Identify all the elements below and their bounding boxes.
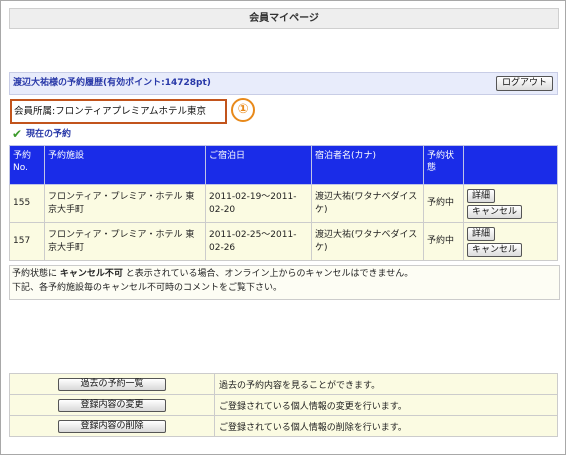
detail-button[interactable]: 詳細 <box>467 188 496 203</box>
col-header-facility: 予約施設 <box>44 145 206 185</box>
reservation-history-title: 渡辺大祐様の予約履歴(有効ポイント:14728pt) <box>13 78 211 88</box>
col-header-status: 予約状態 <box>423 145 464 185</box>
callout-marker: ① <box>231 98 255 122</box>
menu-description: ご登録されている個人情報の変更を行います。 <box>214 394 558 416</box>
detail-button[interactable]: 詳細 <box>467 226 496 241</box>
menu-description: ご登録されている個人情報の削除を行います。 <box>214 415 558 437</box>
menu-row-edit-registration: 登録内容の変更 ご登録されている個人情報の変更を行います。 <box>9 394 558 416</box>
reservation-facility: フロンティア・プレミア・ホテル 東京大手町 <box>44 222 206 261</box>
reservations-table: 予約No. 予約施設 ご宿泊日 宿泊者名(カナ) 予約状態 155 フロンティア… <box>9 145 558 261</box>
reservation-no: 157 <box>9 222 45 261</box>
col-header-stay-dates: ご宿泊日 <box>205 145 312 185</box>
note-emphasis: キャンセル不可 <box>59 269 123 279</box>
col-header-guest-name: 宿泊者名(カナ) <box>311 145 424 185</box>
edit-registration-button[interactable]: 登録内容の変更 <box>58 398 166 412</box>
table-row: 155 フロンティア・プレミア・ホテル 東京大手町 2011-02-19～201… <box>9 184 558 223</box>
reservation-actions: 詳細 キャンセル <box>463 222 558 261</box>
cancel-button[interactable]: キャンセル <box>467 204 523 219</box>
cancel-button[interactable]: キャンセル <box>467 242 523 257</box>
logout-button[interactable]: ログアウト <box>495 76 553 91</box>
reservation-status: 予約中 <box>423 184 464 223</box>
reservation-actions: 詳細 キャンセル <box>463 184 558 223</box>
current-reservations-heading: ✔ 現在の予約 <box>12 127 71 141</box>
member-affiliation: 会員所属:フロンティアプレミアムホテル東京 <box>10 99 227 124</box>
table-row: 157 フロンティア・プレミア・ホテル 東京大手町 2011-02-25～201… <box>9 222 558 261</box>
reservation-no: 155 <box>9 184 45 223</box>
delete-registration-button[interactable]: 登録内容の削除 <box>58 419 166 433</box>
cancellation-notes: 予約状態に キャンセル不可 と表示されている場合、オンライン上からのキャンセルは… <box>9 265 560 300</box>
col-header-reservation-no: 予約No. <box>9 145 45 185</box>
note-line-2: 下記、各予約施設毎のキャンセル不可時のコメントをご覧下さい。 <box>12 283 283 293</box>
reservation-guest: 渡辺大祐(ワタナベダイスケ) <box>311 184 424 223</box>
reservation-dates: 2011-02-19～2011-02-20 <box>205 184 312 223</box>
table-header-row: 予約No. 予約施設 ご宿泊日 宿泊者名(カナ) 予約状態 <box>9 145 558 185</box>
note-text-before: 予約状態に <box>12 269 60 279</box>
current-reservations-label: 現在の予約 <box>26 129 72 140</box>
member-header-bar: 渡辺大祐様の予約履歴(有効ポイント:14728pt) ログアウト <box>9 72 558 95</box>
member-menu-table: 過去の予約一覧 過去の予約内容を見ることができます。 登録内容の変更 ご登録され… <box>9 373 558 437</box>
menu-row-past-reservations: 過去の予約一覧 過去の予約内容を見ることができます。 <box>9 373 558 395</box>
checkmark-icon: ✔ <box>12 127 23 141</box>
note-text-after: と表示されている場合、オンライン上からのキャンセルはできません。 <box>122 269 414 279</box>
menu-description: 過去の予約内容を見ることができます。 <box>214 373 558 395</box>
reservation-facility: フロンティア・プレミア・ホテル 東京大手町 <box>44 184 206 223</box>
reservation-guest: 渡辺大祐(ワタナベダイスケ) <box>311 222 424 261</box>
col-header-actions <box>463 145 558 185</box>
reservation-dates: 2011-02-25～2011-02-26 <box>205 222 312 261</box>
reservation-status: 予約中 <box>423 222 464 261</box>
page-title: 会員マイページ <box>9 8 559 29</box>
menu-row-delete-registration: 登録内容の削除 ご登録されている個人情報の削除を行います。 <box>9 415 558 437</box>
past-reservations-button[interactable]: 過去の予約一覧 <box>58 377 166 391</box>
